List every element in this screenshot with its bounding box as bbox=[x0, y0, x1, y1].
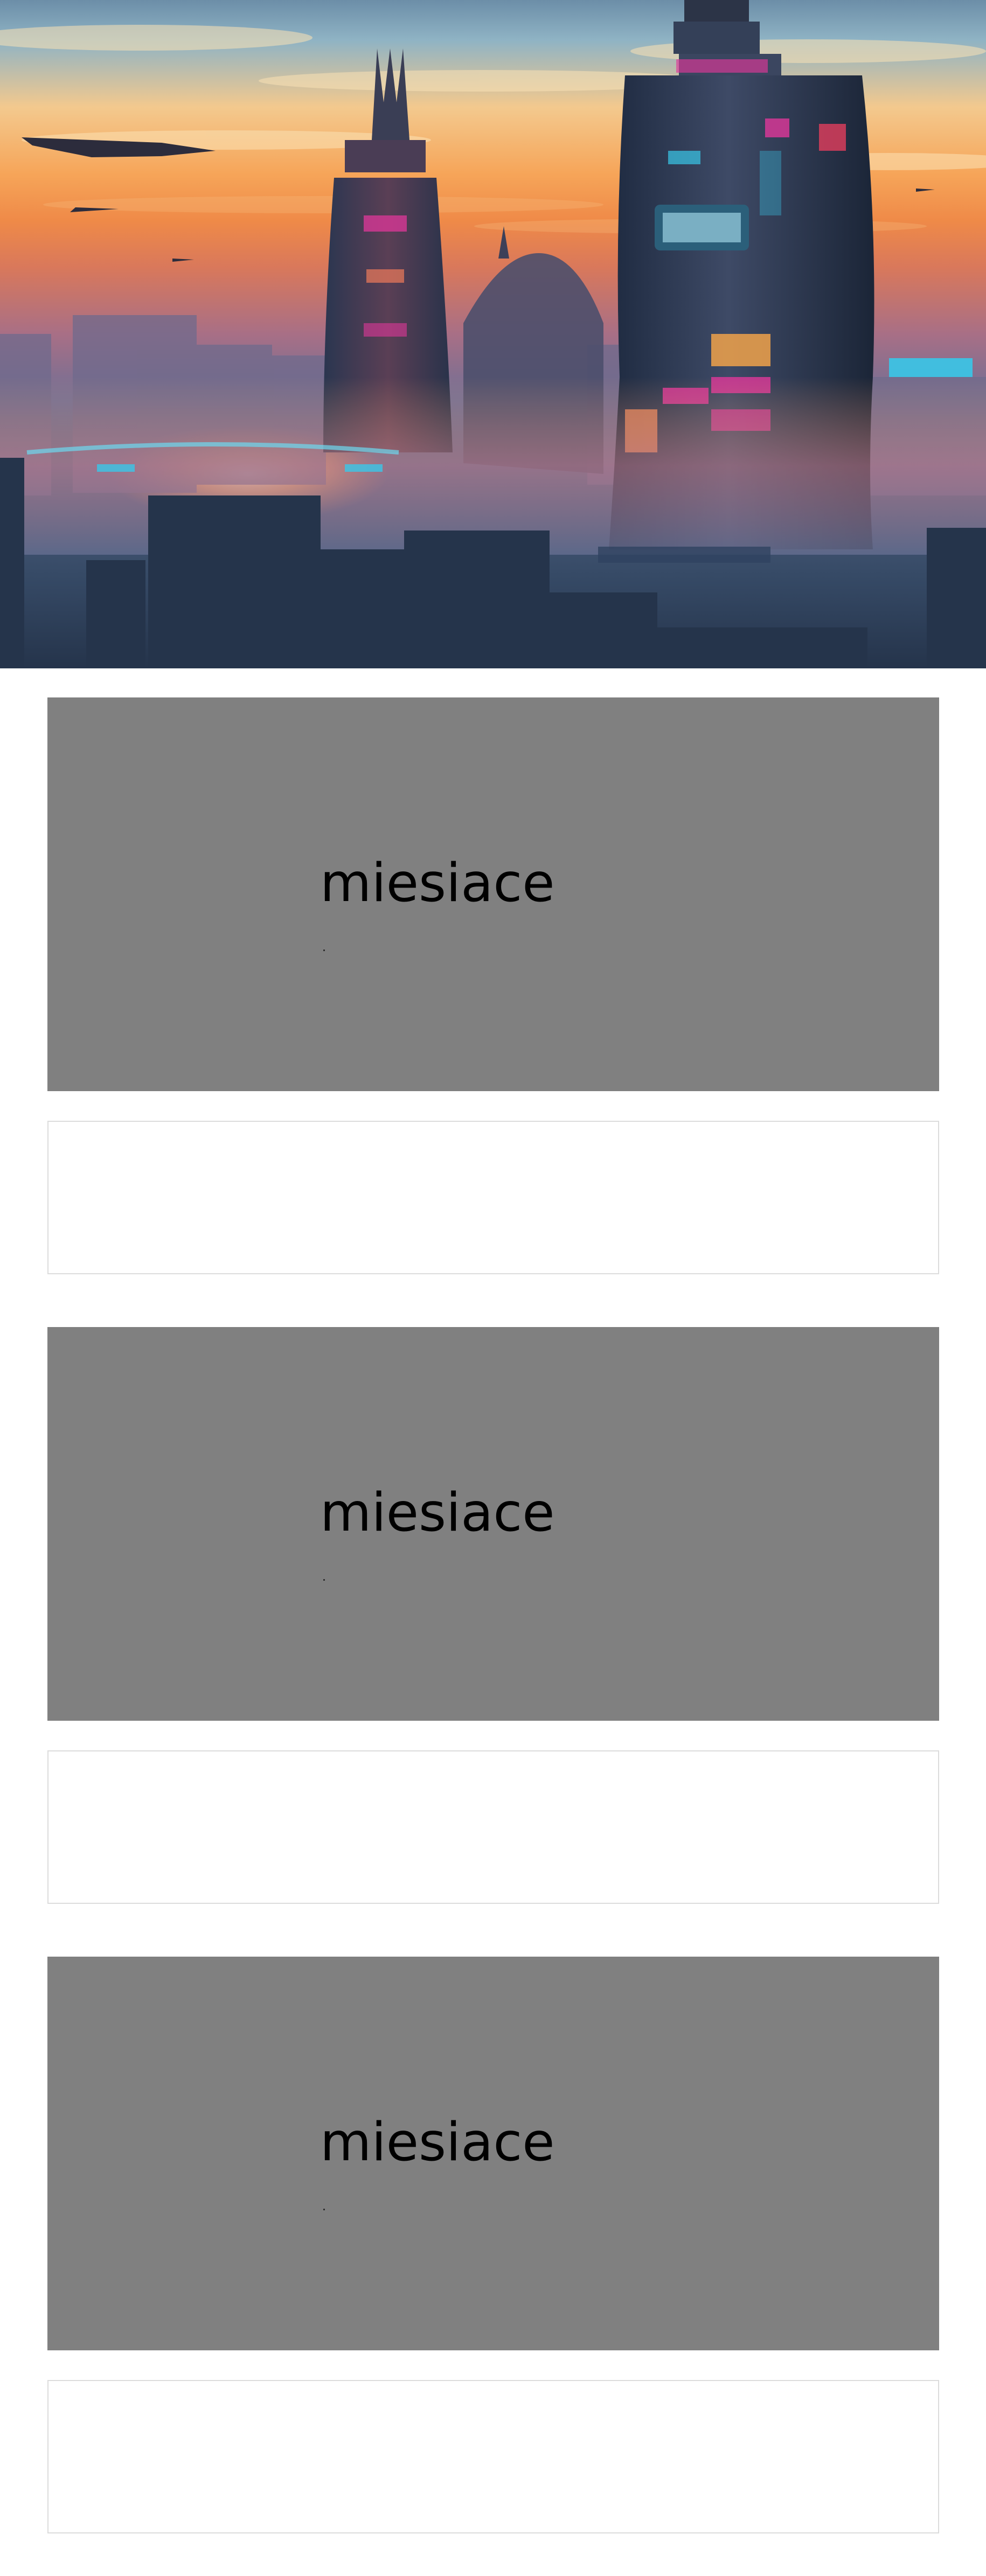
card-body bbox=[47, 1121, 939, 1274]
dot-mark bbox=[323, 950, 325, 951]
card-media-caption: miesiace bbox=[320, 853, 555, 914]
card-media-placeholder: miesiace bbox=[47, 697, 939, 1091]
content-card: miesiace bbox=[47, 697, 939, 1274]
content-card: miesiace bbox=[47, 1327, 939, 1904]
futuristic-city-skyline-image bbox=[0, 0, 986, 668]
hero-image bbox=[0, 0, 986, 668]
card-body bbox=[47, 1750, 939, 1904]
card-media-placeholder: miesiace bbox=[47, 1327, 939, 1721]
card-media-caption: miesiace bbox=[320, 2112, 555, 2173]
dot-mark bbox=[323, 1579, 325, 1581]
card-body bbox=[47, 2380, 939, 2533]
content-card: miesiace bbox=[47, 1957, 939, 2533]
card-media-caption: miesiace bbox=[320, 1482, 555, 1544]
dot-mark bbox=[323, 2209, 325, 2210]
card-media-placeholder: miesiace bbox=[47, 1957, 939, 2350]
